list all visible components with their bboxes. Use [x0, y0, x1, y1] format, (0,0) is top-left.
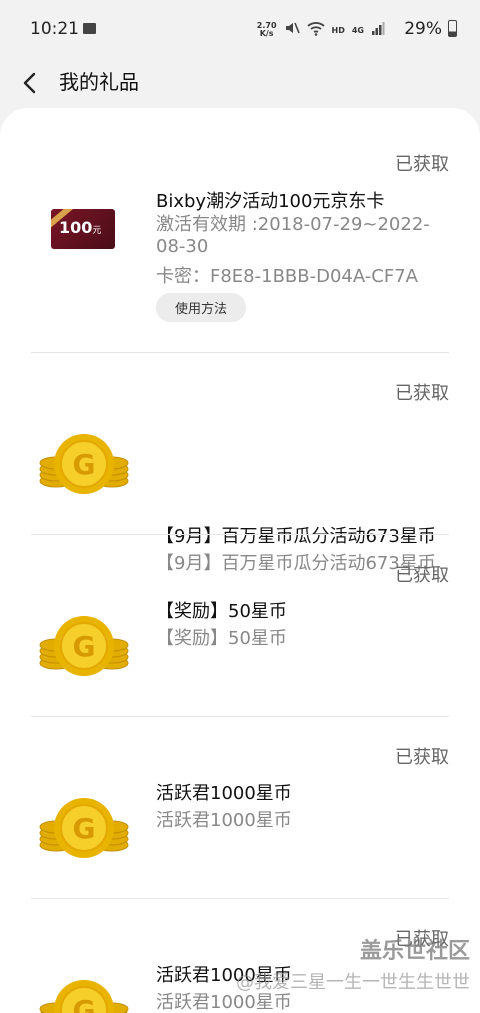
gift-subtitle: 活跃君1000星币 — [156, 810, 292, 831]
list-item[interactable]: 已获取 G 【奖励】50星币 【奖励】50星币 — [0, 535, 480, 716]
watermark-brand: 盖乐世社区 — [359, 939, 470, 964]
gold-coin-icon: G — [39, 798, 129, 858]
wifi-icon — [306, 20, 325, 40]
list-item[interactable]: 已获取 100元 Bixby潮汐活动100元京东卡 激活有效期 :2018-07… — [0, 108, 480, 352]
gallery-notification-icon — [83, 23, 96, 34]
gift-title: Bixby潮汐活动100元京东卡 — [156, 191, 385, 212]
jd-gift-card-icon: 100元 — [51, 209, 115, 249]
list-item[interactable]: 已获取 G 【9月】百万星币瓜分活动673星币 【9月】百万星币瓜分活动673星… — [0, 353, 480, 574]
svg-text:G: G — [73, 994, 96, 1013]
watermark-user: @我爱三星一生一世生生世世 — [236, 972, 470, 993]
status-time: 10:21 — [30, 19, 79, 39]
network-type: 4G — [351, 25, 364, 35]
header: 我的礼品 — [0, 60, 480, 110]
svg-text:G: G — [73, 812, 96, 845]
svg-text:G: G — [73, 448, 96, 481]
status-bar: 10:21 2.70 K/s HD 4G 29% — [0, 0, 480, 60]
status-badge: 已获取 — [395, 747, 449, 768]
battery-percent: 29% — [404, 19, 442, 39]
card-secret: 卡密：F8E8-1BBB-D04A-CF7A — [156, 266, 418, 287]
gift-list: 已获取 100元 Bixby潮汐活动100元京东卡 激活有效期 :2018-07… — [0, 108, 480, 1013]
mute-icon — [284, 20, 300, 40]
gold-coin-icon: G — [39, 980, 129, 1013]
gold-coin-icon: G — [39, 434, 129, 494]
status-badge: 已获取 — [395, 154, 449, 175]
gift-title: 活跃君1000星币 — [156, 783, 292, 804]
network-speed: 2.70 K/s — [256, 21, 277, 38]
hd-label: HD — [331, 25, 345, 35]
list-item[interactable]: 已获取 G 活跃君1000星币 活跃君1000星币 — [0, 717, 480, 898]
how-to-use-button[interactable]: 使用方法 — [156, 293, 247, 322]
back-button[interactable] — [14, 65, 50, 101]
gift-validity: 激活有效期 :2018-07-29~2022-08-30 — [156, 214, 430, 257]
gift-title: 【奖励】50星币 — [156, 601, 287, 622]
gold-coin-icon: G — [39, 616, 129, 676]
page-title: 我的礼品 — [59, 70, 139, 94]
status-badge: 已获取 — [395, 565, 449, 586]
gift-subtitle: 【奖励】50星币 — [156, 628, 287, 649]
svg-text:G: G — [73, 630, 96, 663]
status-badge: 已获取 — [395, 383, 449, 404]
chevron-left-icon — [23, 72, 36, 94]
signal-icon — [371, 20, 385, 40]
status-icons: 2.70 K/s HD 4G — [257, 20, 385, 40]
battery-icon — [448, 20, 457, 37]
